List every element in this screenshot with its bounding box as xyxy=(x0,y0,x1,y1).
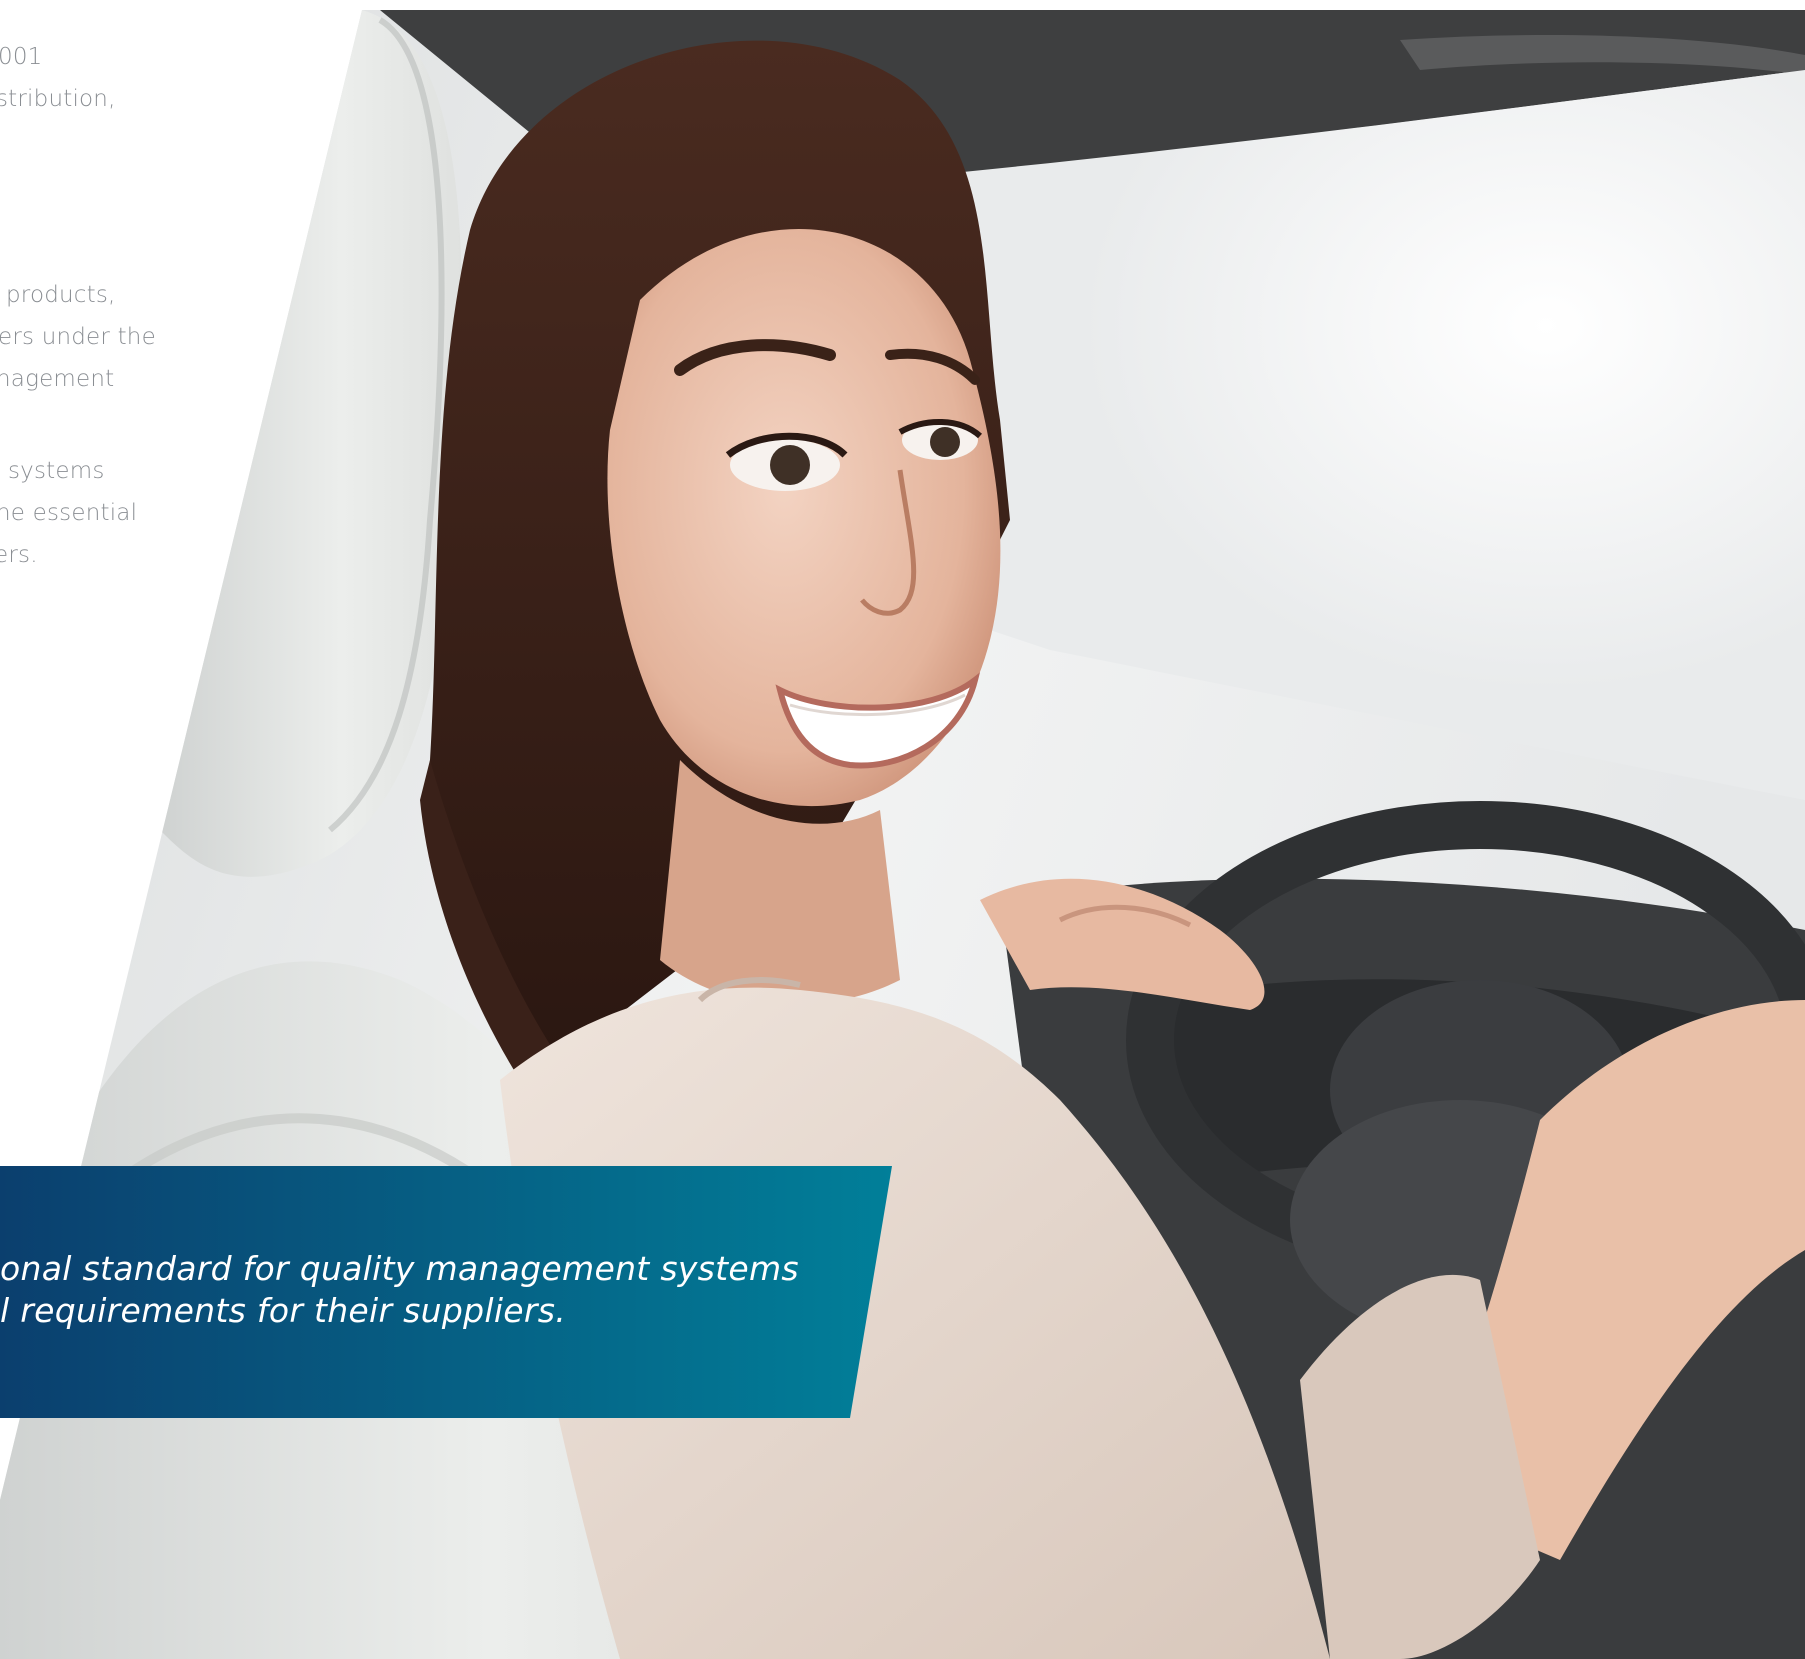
brochure-page: 001 stribution, products, ers under the … xyxy=(0,0,1805,1659)
quote-line: l requirements for their suppliers. xyxy=(0,1291,567,1330)
quote-banner-text: onal standard for quality management sys… xyxy=(0,1248,799,1332)
quote-line: onal standard for quality management sys… xyxy=(0,1249,799,1288)
driver-photo xyxy=(0,10,1805,1659)
